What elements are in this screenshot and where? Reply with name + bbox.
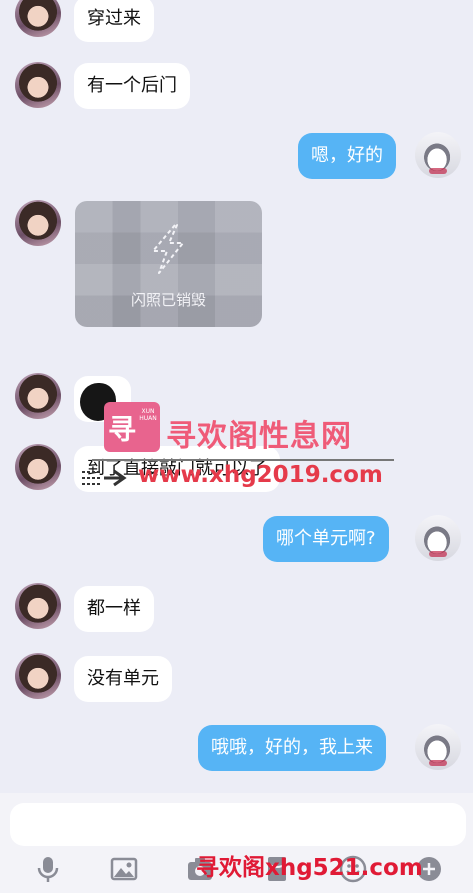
flash-image-destroyed[interactable]: 闪照已销毁 bbox=[75, 201, 262, 327]
message-input[interactable] bbox=[10, 803, 466, 846]
watermark-line bbox=[92, 459, 394, 461]
watermark-logo-char: 寻 bbox=[108, 413, 137, 446]
message-bubble[interactable]: 有一个后门 bbox=[74, 63, 190, 109]
self-avatar[interactable] bbox=[415, 132, 461, 178]
flash-image-label: 闪照已销毁 bbox=[130, 291, 206, 309]
message-bubble[interactable]: 穿过来 bbox=[74, 0, 154, 42]
self-avatar[interactable] bbox=[415, 724, 461, 770]
contact-avatar[interactable] bbox=[15, 653, 61, 699]
microphone-icon[interactable] bbox=[34, 855, 62, 883]
message-bubble[interactable]: 没有单元 bbox=[74, 656, 172, 702]
watermark-url: www.xhg2019.com bbox=[138, 462, 383, 488]
self-avatar[interactable] bbox=[415, 515, 461, 561]
contact-avatar[interactable] bbox=[15, 200, 61, 246]
message-bubble-self[interactable]: 哦哦，好的，我上来 bbox=[198, 725, 386, 771]
contact-avatar[interactable] bbox=[15, 583, 61, 629]
watermark-logo: 寻 XUN HUAN bbox=[104, 402, 160, 452]
watermark-bottom: 寻欢阁xhg521.com bbox=[196, 855, 423, 881]
message-bubble[interactable]: 都一样 bbox=[74, 586, 154, 632]
message-bubble-self[interactable]: 嗯，好的 bbox=[298, 133, 396, 179]
contact-avatar[interactable] bbox=[15, 0, 61, 37]
arrow-icon bbox=[82, 469, 127, 487]
contact-avatar[interactable] bbox=[15, 62, 61, 108]
image-icon[interactable] bbox=[110, 855, 138, 883]
contact-avatar[interactable] bbox=[15, 373, 61, 419]
watermark-title: 寻欢阁性息网 bbox=[166, 419, 352, 454]
chat-area: 穿过来 有一个后门 嗯，好的 闪照已销毁 到了直接敲门就可以了 寻 XUN HU… bbox=[0, 0, 473, 793]
watermark-logo-sub: XUN HUAN bbox=[139, 408, 157, 422]
contact-avatar[interactable] bbox=[15, 444, 61, 490]
lightning-icon bbox=[152, 224, 184, 274]
message-bubble-self[interactable]: 哪个单元啊? bbox=[263, 516, 389, 562]
